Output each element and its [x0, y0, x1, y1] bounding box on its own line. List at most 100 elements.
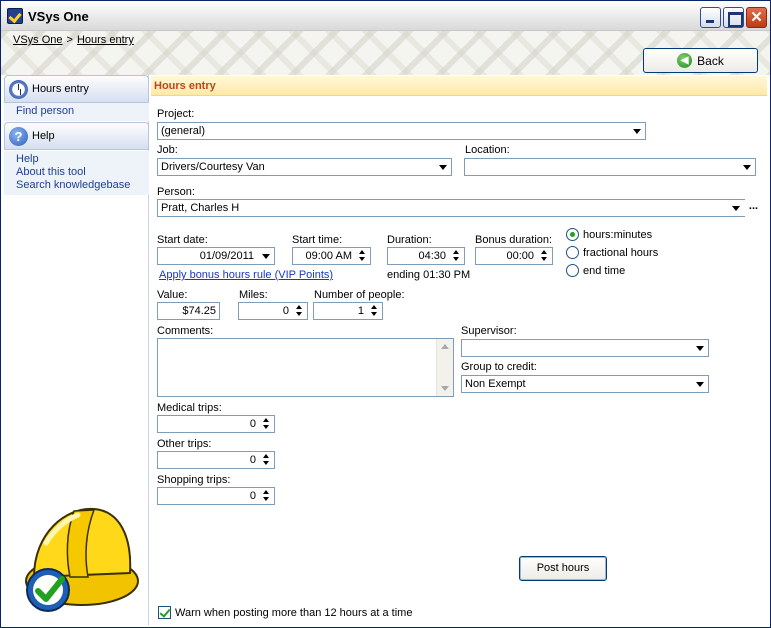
- spinner-arrows-icon[interactable]: [293, 304, 306, 318]
- job-select[interactable]: Drivers/Courtesy Van: [157, 158, 452, 176]
- group-to-credit-label: Group to credit:: [461, 361, 537, 373]
- header-banner: VSys One > Hours entry ◀ Back: [1, 31, 770, 75]
- sidebar-section-hours-entry[interactable]: Hours entry: [4, 75, 149, 103]
- number-of-people-label: Number of people:: [314, 289, 405, 301]
- supervisor-select[interactable]: [461, 339, 709, 357]
- breadcrumb-separator: >: [66, 34, 73, 46]
- hard-hat-icon: [25, 507, 139, 612]
- bonus-duration-label: Bonus duration:: [475, 234, 553, 246]
- clock-icon: [9, 80, 28, 99]
- back-button-label: Back: [697, 53, 724, 68]
- sidebar-links-help: Help About this tool Search knowledgebas…: [4, 151, 149, 195]
- page-title: Hours entry: [151, 76, 767, 96]
- medical-trips-stepper[interactable]: 0: [157, 415, 275, 433]
- window-title: VSys One: [28, 9, 89, 24]
- person-select[interactable]: Pratt, Charles H: [157, 199, 745, 217]
- warn-checkbox[interactable]: Warn when posting more than 12 hours at …: [158, 606, 412, 619]
- radio-label: end time: [583, 264, 626, 277]
- sidebar-section-label: Hours entry: [32, 83, 89, 95]
- chevron-down-icon: [693, 377, 707, 391]
- location-select[interactable]: [464, 158, 756, 176]
- sidebar-link-find-person[interactable]: Find person: [16, 105, 149, 118]
- breadcrumb: VSys One > Hours entry: [13, 34, 134, 46]
- shopping-trips-stepper[interactable]: 0: [157, 487, 275, 505]
- location-label: Location:: [465, 144, 510, 156]
- ending-time-text: ending 01:30 PM: [387, 269, 471, 281]
- sidebar-links-hours: Find person: [4, 103, 149, 121]
- supervisor-label: Supervisor:: [461, 325, 517, 337]
- radio-hours-minutes[interactable]: hours:minutes: [566, 228, 652, 241]
- breadcrumb-home-link[interactable]: VSys One: [13, 34, 63, 46]
- sidebar-link-about[interactable]: About this tool: [16, 166, 149, 179]
- spinner-arrows-icon[interactable]: [356, 249, 369, 263]
- chevron-down-icon: [729, 201, 743, 215]
- radio-unselected-icon: [566, 246, 579, 259]
- close-icon: ✕: [750, 9, 763, 26]
- medical-trips-value: 0: [249, 418, 256, 430]
- bonus-duration-value: 00:00: [506, 250, 534, 262]
- duration-value: 04:30: [418, 250, 446, 262]
- project-value: (general): [161, 125, 206, 137]
- other-trips-label: Other trips:: [157, 438, 212, 450]
- start-time-value: 09:00 AM: [305, 250, 352, 262]
- radio-unselected-icon: [566, 264, 579, 277]
- radio-end-time[interactable]: end time: [566, 264, 625, 277]
- value-label: Value:: [157, 289, 188, 301]
- shopping-trips-value: 0: [249, 490, 256, 502]
- duration-label: Duration:: [387, 234, 432, 246]
- start-date-picker[interactable]: 01/09/2011: [157, 247, 275, 265]
- radio-label: fractional hours: [583, 246, 659, 259]
- checkbox-checked-icon: [158, 606, 171, 619]
- number-of-people-value: 1: [357, 305, 364, 317]
- project-label: Project:: [157, 108, 195, 120]
- shopping-trips-label: Shopping trips:: [157, 474, 231, 486]
- start-time-stepper[interactable]: 09:00 AM: [292, 247, 371, 265]
- start-date-label: Start date:: [157, 234, 208, 246]
- medical-trips-label: Medical trips:: [157, 402, 222, 414]
- sidebar-section-help[interactable]: ? Help: [4, 122, 149, 150]
- miles-stepper[interactable]: 0: [238, 302, 308, 320]
- back-button[interactable]: ◀ Back: [643, 48, 758, 73]
- project-select[interactable]: (general): [157, 122, 646, 140]
- other-trips-stepper[interactable]: 0: [157, 451, 275, 469]
- spinner-arrows-icon[interactable]: [450, 249, 463, 263]
- duration-stepper[interactable]: 04:30: [387, 247, 465, 265]
- scroll-up-icon[interactable]: [437, 339, 453, 355]
- chevron-down-icon: [436, 160, 450, 174]
- close-button[interactable]: ✕: [746, 7, 767, 28]
- radio-label: hours:minutes: [583, 228, 653, 241]
- spinner-arrows-icon[interactable]: [260, 453, 273, 467]
- help-icon: ?: [9, 127, 28, 146]
- minimize-button[interactable]: [700, 7, 721, 28]
- post-hours-button[interactable]: Post hours: [519, 556, 607, 581]
- app-window: VSys One ✕ VSys One > Hours entry ◀ Back H…: [0, 0, 771, 628]
- maximize-button[interactable]: [723, 7, 744, 28]
- sidebar-link-help[interactable]: Help: [16, 153, 149, 166]
- comments-label: Comments:: [157, 325, 214, 337]
- number-of-people-stepper[interactable]: 1: [313, 302, 383, 320]
- chevron-down-icon: [693, 341, 707, 355]
- comments-scrollbar[interactable]: [436, 339, 453, 396]
- scroll-down-icon[interactable]: [437, 380, 453, 396]
- apply-bonus-rule-link[interactable]: Apply bonus hours rule (VIP Points): [159, 269, 333, 281]
- comments-textarea[interactable]: [157, 338, 454, 397]
- radio-fractional-hours[interactable]: fractional hours: [566, 246, 658, 259]
- person-value: Pratt, Charles H: [161, 202, 240, 214]
- person-browse-button[interactable]: ...: [744, 200, 763, 216]
- breadcrumb-current-link[interactable]: Hours entry: [77, 34, 134, 46]
- sidebar-link-search-kb[interactable]: Search knowledgebase: [16, 179, 149, 192]
- spinner-arrows-icon[interactable]: [538, 249, 551, 263]
- bonus-duration-stepper[interactable]: 00:00: [475, 247, 553, 265]
- spinner-arrows-icon[interactable]: [260, 489, 273, 503]
- group-to-credit-select[interactable]: Non Exempt: [461, 375, 709, 393]
- radio-selected-icon: [566, 228, 579, 241]
- spinner-arrows-icon[interactable]: [260, 417, 273, 431]
- value-field[interactable]: $74.25: [157, 302, 220, 320]
- spinner-arrows-icon[interactable]: [368, 304, 381, 318]
- miles-value: 0: [282, 305, 289, 317]
- app-logo-icon: [7, 8, 23, 24]
- start-date-value: 01/09/2011: [199, 250, 254, 262]
- other-trips-value: 0: [249, 454, 256, 466]
- chevron-down-icon: [259, 249, 273, 263]
- title-bar: VSys One ✕: [1, 1, 770, 31]
